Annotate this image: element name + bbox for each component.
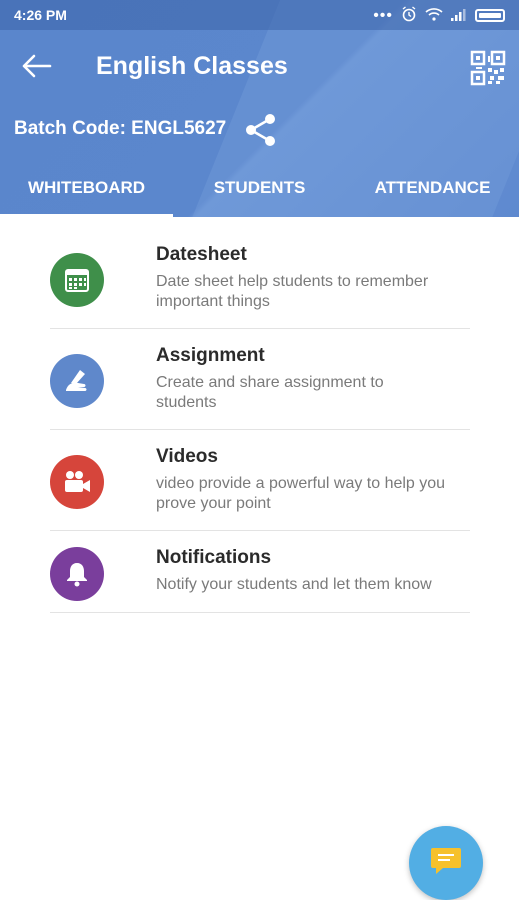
status-time: 4:26 PM (14, 7, 67, 23)
qr-code-button[interactable] (470, 50, 506, 86)
tab-attendance[interactable]: ATTENDANCE (346, 160, 519, 217)
qr-code-icon (470, 50, 506, 90)
arrow-left-icon (18, 54, 58, 88)
tab-label: WHITEBOARD (27, 178, 146, 197)
list-item-title: Datesheet (156, 244, 247, 265)
list-item-text: Datesheet Date sheet help students to re… (156, 244, 476, 312)
bell-icon (50, 547, 104, 601)
list-item-title: Assignment (156, 345, 265, 366)
back-button[interactable] (18, 48, 58, 84)
tab-students[interactable]: STUDENTS (173, 160, 346, 217)
chat-icon (429, 845, 463, 882)
hand-writing-icon (50, 354, 104, 408)
description-line: important things (156, 293, 270, 310)
share-icon (243, 114, 279, 152)
toolbar: English Classes (0, 30, 519, 102)
list-item-description: Create and share assignment to students (156, 373, 476, 413)
tab-selected-indicator (0, 214, 173, 217)
page-title: English Classes (96, 52, 288, 80)
battery-icon (475, 9, 505, 22)
description-line: Notify your students and let them know (156, 576, 432, 593)
alarm-icon (401, 6, 417, 25)
signal-icon (451, 8, 467, 24)
list-item-title: Videos (156, 446, 218, 467)
app-header: 4:26 PM ••• English Classes Batch Code: … (0, 0, 519, 217)
description-line: Create and share assignment to (156, 374, 384, 391)
description-line: Date sheet help students to remember (156, 273, 429, 290)
chat-fab-button[interactable] (409, 826, 483, 900)
batch-code: Batch Code: ENGL5627 (14, 118, 227, 139)
list-item-title: Notifications (156, 547, 272, 568)
tab-label: ATTENDANCE (374, 178, 491, 197)
list-item-text: Videos video provide a powerful way to h… (156, 446, 476, 514)
status-icons: ••• (373, 6, 505, 25)
list-item-description: Notify your students and let them know (156, 575, 476, 595)
status-bar: 4:26 PM ••• (0, 0, 519, 30)
list-item-description: video provide a powerful way to help you… (156, 474, 476, 514)
list-item-text: Assignment Create and share assignment t… (156, 345, 476, 413)
wifi-icon (425, 7, 443, 24)
list-item-description: Date sheet help students to remember imp… (156, 272, 476, 312)
more-notifications-icon: ••• (373, 6, 393, 24)
share-button[interactable] (243, 112, 279, 148)
list-item-assignment[interactable]: Assignment Create and share assignment t… (50, 329, 470, 430)
tab-bar: WHITEBOARD STUDENTS ATTENDANCE (0, 160, 519, 217)
list-item-videos[interactable]: Videos video provide a powerful way to h… (50, 430, 470, 531)
calendar-icon (50, 253, 104, 307)
whiteboard-list: Datesheet Date sheet help students to re… (50, 228, 470, 613)
list-item-text: Notifications Notify your students and l… (156, 547, 476, 595)
description-line: students (156, 394, 217, 411)
description-line: video provide a powerful way to help you (156, 475, 446, 492)
list-item-notifications[interactable]: Notifications Notify your students and l… (50, 531, 470, 613)
video-camera-icon (50, 455, 104, 509)
list-item-datesheet[interactable]: Datesheet Date sheet help students to re… (50, 228, 470, 329)
description-line: prove your point (156, 495, 271, 512)
tab-whiteboard[interactable]: WHITEBOARD (0, 160, 173, 217)
tab-label: STUDENTS (213, 178, 306, 197)
